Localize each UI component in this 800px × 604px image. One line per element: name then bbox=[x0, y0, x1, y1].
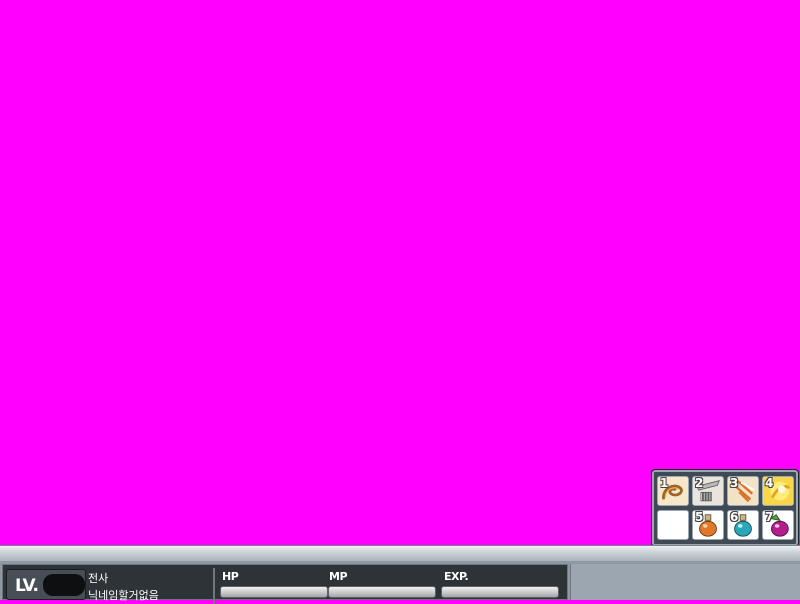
quickslot-3[interactable]: 3 bbox=[727, 476, 759, 506]
quickslot-empty[interactable] bbox=[657, 510, 689, 540]
level-label: LV. bbox=[15, 576, 39, 596]
quickslot-7[interactable]: 7 bbox=[762, 510, 794, 540]
status-bar: LV. 전사 닉네임할거없음 HP MP EXP. bbox=[0, 561, 800, 604]
hp-gauge bbox=[220, 586, 328, 598]
character-name: 닉네임할거없음 bbox=[88, 589, 159, 602]
quickslot-4[interactable]: 4 bbox=[762, 476, 794, 506]
status-bar-top-strip bbox=[0, 545, 800, 561]
level-box: LV. bbox=[6, 569, 86, 600]
quickslot-2[interactable]: 2 bbox=[692, 476, 724, 506]
level-value bbox=[43, 574, 85, 596]
quickslot-panel: 1 2 3 4 5 6 7 bbox=[651, 469, 799, 547]
quickslot-1[interactable]: 1 bbox=[657, 476, 689, 506]
quickslot-key-label: 4 bbox=[765, 476, 774, 490]
quickslot-key-label: 1 bbox=[660, 476, 669, 490]
status-bar-right-area bbox=[570, 564, 800, 600]
quickslot-5[interactable]: 5 bbox=[692, 510, 724, 540]
exp-gauge bbox=[441, 586, 559, 598]
exp-label: EXP. bbox=[444, 570, 469, 583]
game-viewport[interactable] bbox=[0, 0, 800, 545]
divider bbox=[213, 568, 215, 604]
quickslot-key-label: 2 bbox=[695, 476, 704, 490]
quickslot-key-label: 3 bbox=[730, 476, 739, 490]
character-status-panel: LV. 전사 닉네임할거없음 HP MP EXP. bbox=[2, 564, 568, 604]
quickslot-key-label: 6 bbox=[730, 510, 739, 524]
mp-gauge bbox=[328, 586, 436, 598]
empty-slot-icon bbox=[658, 511, 688, 539]
quickslot-key-label: 7 bbox=[765, 510, 774, 524]
quickslot-key-label: 5 bbox=[695, 510, 704, 524]
hp-label: HP bbox=[222, 570, 239, 583]
quickslot-6[interactable]: 6 bbox=[727, 510, 759, 540]
job-name: 전사 bbox=[88, 572, 109, 585]
mp-label: MP bbox=[329, 570, 348, 583]
